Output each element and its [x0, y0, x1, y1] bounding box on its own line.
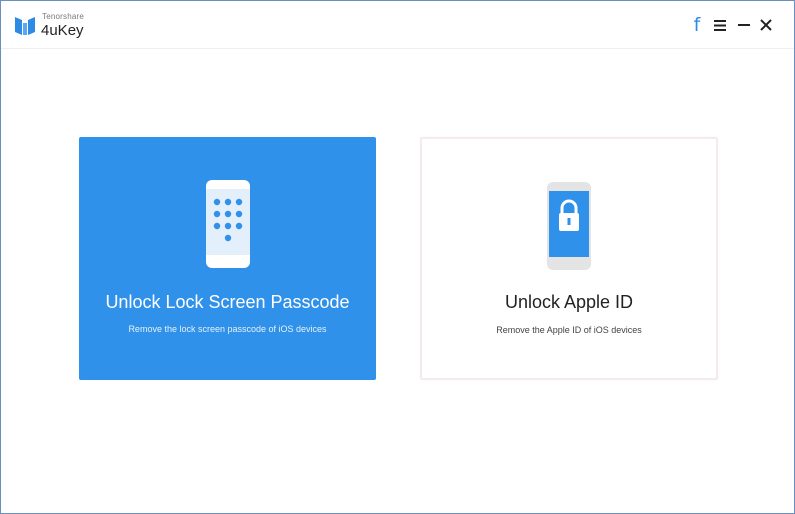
option-title: Unlock Apple ID	[504, 292, 634, 312]
minimize-icon[interactable]	[736, 15, 752, 35]
app-logo-icon	[15, 17, 35, 35]
option-description: Remove the lock screen passcode of iOS d…	[128, 324, 327, 334]
app-window: Tenorshare 4uKey f Unlock Lock Screen Pa…	[0, 0, 795, 514]
app-name: 4uKey	[41, 22, 84, 39]
vendor-label: Tenorshare	[42, 12, 85, 21]
phone-keypad-icon	[205, 180, 250, 268]
unlock-lock-screen-card[interactable]: Unlock Lock Screen Passcode Remove the l…	[79, 137, 376, 380]
unlock-apple-id-card[interactable]: Unlock Apple ID Remove the Apple ID of i…	[420, 137, 718, 380]
title-bar: Tenorshare 4uKey f	[1, 1, 794, 49]
option-description: Remove the Apple ID of iOS devices	[496, 325, 642, 335]
menu-icon[interactable]	[712, 15, 728, 35]
facebook-icon[interactable]: f	[689, 14, 705, 36]
close-icon[interactable]	[758, 15, 774, 35]
phone-lock-icon	[547, 182, 591, 270]
option-title: Unlock Lock Screen Passcode	[105, 292, 350, 312]
